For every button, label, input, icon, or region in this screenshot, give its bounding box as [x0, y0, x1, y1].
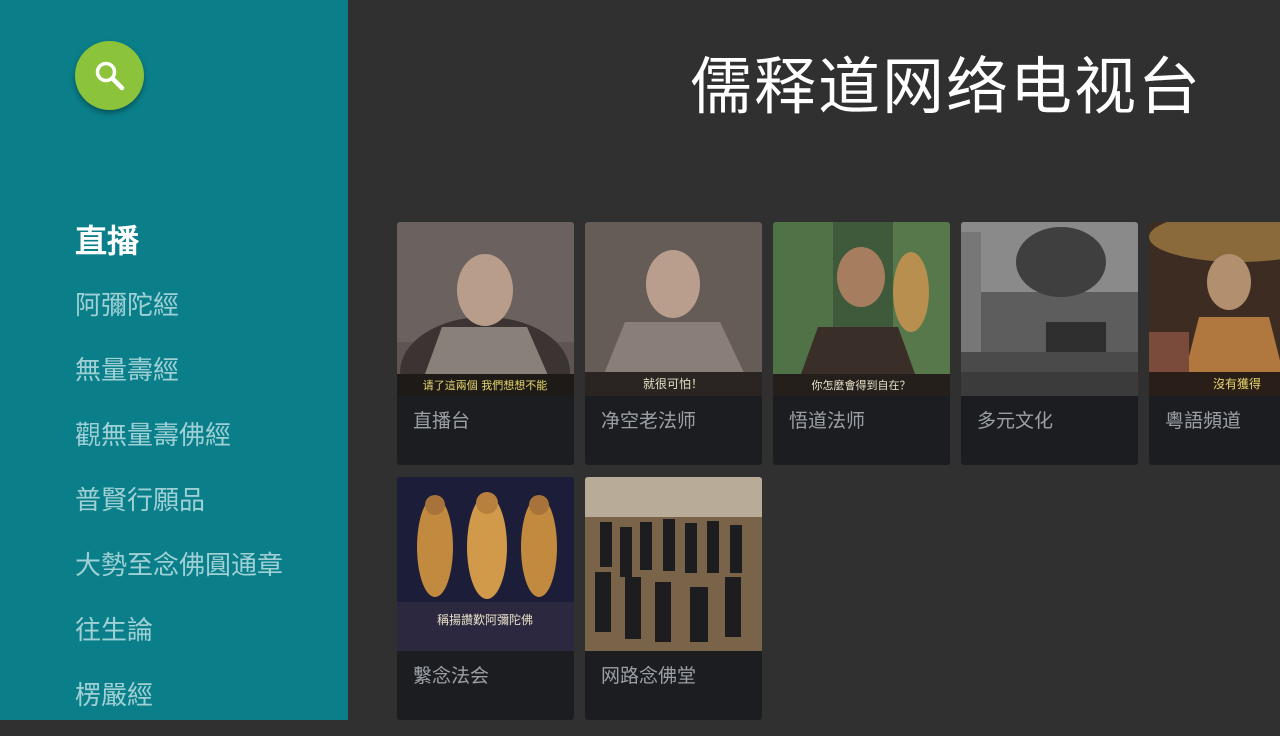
video-caption: 你怎麼會得到自在？ — [812, 378, 911, 392]
channel-card-master-jingkong[interactable]: 就很可怕！ 净空老法师 — [585, 222, 762, 465]
sidebar-item-contemplation-sutra[interactable]: 觀無量壽佛經 — [75, 411, 283, 476]
sidebar-item-mahasthamaprapta-chapter[interactable]: 大勢至念佛圓通章 — [75, 541, 283, 606]
channel-card-live[interactable]: 请了這兩個 我們想想不能 直播台 — [397, 222, 574, 465]
card-label: 悟道法师 — [789, 410, 866, 432]
video-caption: 请了這兩個 我們想想不能 — [423, 378, 548, 392]
sidebar-item-shurangama-sutra[interactable]: 楞嚴經 — [75, 671, 283, 736]
content-area: 儒释道网络电视台 请了這兩個 我們想想不能 直播台 就很可怕！ 净空老法师 你怎… — [348, 0, 1280, 720]
search-icon — [95, 61, 124, 90]
channel-card-dharma-assembly[interactable]: 稱揚讚歎阿彌陀佛 繫念法会 — [397, 477, 574, 720]
video-caption: 就很可怕！ — [643, 376, 703, 391]
card-label: 多元文化 — [977, 410, 1054, 432]
card-label: 网路念佛堂 — [601, 665, 697, 687]
card-thumbnail: 就很可怕！ — [585, 222, 762, 396]
channel-card-online-hall[interactable]: 网路念佛堂 — [585, 477, 762, 720]
sidebar: 直播 阿彌陀經 無量壽經 觀無量壽佛經 普賢行願品 大勢至念佛圓通章 往生論 楞… — [0, 0, 348, 720]
sidebar-item-samantabhadra-vows[interactable]: 普賢行願品 — [75, 476, 283, 541]
card-label: 净空老法师 — [601, 410, 697, 432]
sidebar-item-rebirth-treatise[interactable]: 往生論 — [75, 606, 283, 671]
search-button[interactable] — [75, 41, 144, 110]
card-label: 繫念法会 — [413, 665, 490, 687]
page-title: 儒释道网络电视台 — [689, 50, 1202, 123]
channel-card-wudao[interactable]: 你怎麼會得到自在？ 悟道法师 — [773, 222, 950, 465]
sidebar-item-live[interactable]: 直播 — [75, 216, 283, 281]
sidebar-item-amitabha-sutra[interactable]: 阿彌陀經 — [75, 281, 283, 346]
card-thumbnail — [585, 477, 762, 651]
category-list: 直播 阿彌陀經 無量壽經 觀無量壽佛經 普賢行願品 大勢至念佛圓通章 往生論 楞… — [75, 216, 283, 736]
card-label: 直播台 — [413, 410, 471, 432]
card-thumbnail — [961, 222, 1138, 396]
card-thumbnail: 稱揚讚歎阿彌陀佛 — [397, 477, 574, 651]
channel-card-multicultural[interactable]: 多元文化 — [961, 222, 1138, 465]
card-label: 粵語頻道 — [1165, 410, 1242, 432]
channel-card-cantonese[interactable]: 沒有獲得 粵語頻道 — [1149, 222, 1280, 465]
card-thumbnail: 沒有獲得 — [1149, 222, 1280, 396]
card-thumbnail: 你怎麼會得到自在？ — [773, 222, 950, 396]
video-caption: 稱揚讚歎阿彌陀佛 — [437, 612, 533, 627]
video-caption: 沒有獲得 — [1213, 376, 1261, 391]
sidebar-item-infinite-life-sutra[interactable]: 無量壽經 — [75, 346, 283, 411]
card-thumbnail: 请了這兩個 我們想想不能 — [397, 222, 574, 396]
